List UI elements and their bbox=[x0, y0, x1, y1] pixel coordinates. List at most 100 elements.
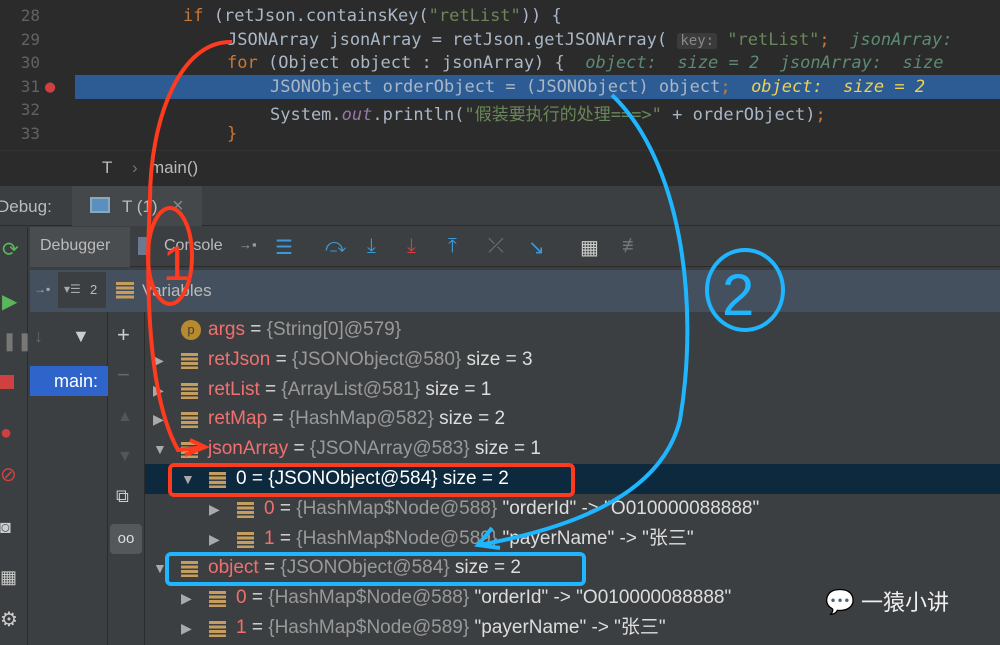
variable-row[interactable]: ▼ object = {JSONObject@584} size = 2 bbox=[145, 553, 1000, 583]
code-token: + orderObject) bbox=[661, 105, 816, 125]
move-up-icon[interactable]: ▲ bbox=[117, 408, 133, 426]
line-number: 32 bbox=[20, 100, 40, 119]
arrow-down-icon[interactable]: ↓ bbox=[34, 326, 43, 347]
list-icon: ▾☰ bbox=[64, 282, 81, 296]
variable-row[interactable]: ▼ 0 = {JSONObject@584} size = 2 bbox=[145, 464, 1000, 494]
object-icon bbox=[237, 531, 254, 548]
collapse-icon[interactable]: ▼ bbox=[153, 553, 167, 583]
object-icon bbox=[209, 621, 226, 637]
variable-value: "payerName" -> "张三" bbox=[497, 527, 694, 549]
copy-icon[interactable]: ⧉ bbox=[116, 486, 129, 507]
camera-icon[interactable]: ◙ bbox=[0, 517, 11, 538]
gear-icon[interactable]: ⚙ bbox=[0, 607, 18, 632]
close-icon[interactable]: × bbox=[172, 195, 184, 218]
variables-header: →▪ ▾☰ 2 Variables bbox=[30, 270, 1000, 312]
code-line: JSONArray jsonArray = retJson.getJSONArr… bbox=[227, 30, 953, 50]
parameter-icon: p bbox=[181, 320, 201, 340]
variable-row[interactable]: ▶ 0 = {HashMap$Node@588} "orderId" -> "O0… bbox=[145, 494, 1000, 524]
variable-name: jsonArray bbox=[208, 438, 289, 460]
line-number: 29 bbox=[20, 29, 40, 49]
expand-icon[interactable]: ▶ bbox=[181, 583, 192, 613]
variable-row[interactable]: p args = {String[0]@579} bbox=[145, 315, 1000, 345]
tab-console[interactable]: Console →▪ bbox=[134, 227, 264, 267]
variable-value: size = 1 bbox=[469, 438, 541, 460]
trace-icon[interactable]: ≢ bbox=[622, 235, 642, 258]
variables-icon bbox=[116, 282, 134, 299]
tab-debugger[interactable]: Debugger bbox=[30, 227, 130, 267]
show-watches-toggle[interactable]: oo bbox=[110, 524, 142, 554]
frame-count: 2 bbox=[90, 282, 98, 297]
line-number: 31 bbox=[20, 76, 40, 96]
frames-dropdown[interactable]: ▾☰ 2 bbox=[58, 272, 106, 308]
variable-name: retList bbox=[208, 378, 260, 400]
watermark: 💬 一猿小讲 bbox=[825, 585, 949, 617]
variable-row[interactable]: ▶ retJson = {JSONObject@580} size = 3 bbox=[145, 345, 1000, 375]
code-token: "retList" bbox=[717, 29, 820, 50]
code-token: )) bbox=[520, 6, 542, 26]
expand-icon[interactable]: ▶ bbox=[153, 375, 164, 405]
collapse-icon[interactable]: ▼ bbox=[153, 434, 167, 464]
restore-layout-icon[interactable]: →▪ bbox=[239, 237, 257, 252]
tab-label: T (1) bbox=[122, 197, 158, 216]
object-icon bbox=[181, 442, 198, 459]
code-token: JSONArray jsonArray = retJson.getJSONArr… bbox=[227, 29, 678, 50]
expand-icon[interactable]: ▶ bbox=[153, 345, 164, 375]
equals-sign: = bbox=[259, 378, 282, 400]
code-token: ; bbox=[815, 105, 826, 125]
breakpoint-icon[interactable]: ● bbox=[45, 77, 55, 97]
resume-icon[interactable]: ▶ bbox=[2, 289, 17, 314]
variable-row[interactable]: ▶ retList = {ArrayList@581} size = 1 bbox=[145, 375, 1000, 405]
variable-row[interactable]: ▶ 1 = {HashMap$Node@589} "payerName" -> "… bbox=[145, 613, 1000, 643]
code-token: for bbox=[227, 53, 268, 73]
rerun-icon[interactable]: ⟳ bbox=[2, 237, 19, 262]
breadcrumb-class[interactable]: T bbox=[102, 158, 112, 178]
show-execution-point-icon[interactable]: ☰ bbox=[275, 235, 293, 260]
expand-icon[interactable]: ▶ bbox=[181, 613, 192, 643]
variable-row[interactable]: ▶ 1 = {HashMap$Node@589} "payerName" -> "… bbox=[145, 524, 1000, 554]
code-token: key: bbox=[677, 32, 718, 49]
add-watch-icon[interactable]: + bbox=[117, 322, 130, 348]
debug-tab-bar: Debug: T (1) × bbox=[0, 186, 1000, 226]
step-into-icon[interactable]: ⤓ bbox=[367, 235, 376, 258]
pause-icon[interactable]: ❚❚ bbox=[2, 331, 32, 352]
code-editor[interactable]: 28 if (retJson.containsKey("retList")) {2… bbox=[0, 0, 1000, 150]
object-icon bbox=[209, 591, 226, 608]
stop-icon[interactable] bbox=[0, 375, 14, 389]
tab-debugger-label: Debugger bbox=[40, 237, 111, 254]
tab-t1[interactable]: T (1) × bbox=[72, 186, 202, 226]
layout-icon[interactable]: ▦ bbox=[0, 567, 17, 588]
variable-row[interactable]: ▶ retMap = {HashMap@582} size = 2 bbox=[145, 404, 1000, 434]
mute-breakpoints-icon[interactable]: ⊘ bbox=[0, 462, 17, 487]
collapse-icon[interactable]: ▼ bbox=[181, 464, 195, 494]
console-icon bbox=[138, 237, 148, 255]
drop-frame-icon[interactable]: ⤫ bbox=[488, 235, 504, 258]
variable-value: size = 2 bbox=[449, 557, 521, 579]
variable-type: {HashMap$Node@588} bbox=[296, 497, 498, 519]
code-token: object: size = 2 jsonArray: size bbox=[564, 53, 944, 73]
move-down-icon[interactable]: ▼ bbox=[117, 448, 133, 466]
run-to-cursor-icon[interactable]: ↘ bbox=[528, 235, 545, 260]
filter-icon[interactable]: ▼ bbox=[72, 326, 90, 347]
variable-name: retJson bbox=[208, 348, 271, 370]
view-breakpoints-icon[interactable]: ● bbox=[0, 422, 12, 445]
frame-main[interactable]: main: bbox=[30, 366, 108, 396]
equals-sign: = bbox=[288, 438, 310, 460]
step-over-icon[interactable]: ⤼ bbox=[325, 235, 346, 258]
expand-icon[interactable]: ▶ bbox=[209, 524, 220, 554]
code-token: "retList" bbox=[428, 6, 521, 26]
expand-icon[interactable]: ▶ bbox=[153, 404, 164, 434]
equals-sign: = bbox=[244, 319, 267, 340]
restore-icon[interactable]: →▪ bbox=[34, 282, 50, 296]
breadcrumb-method[interactable]: main() bbox=[150, 158, 198, 178]
variable-name: object bbox=[208, 557, 259, 579]
expand-icon[interactable]: ▶ bbox=[209, 494, 220, 524]
variable-row[interactable]: ▼ jsonArray = {JSONArray@583} size = 1 bbox=[145, 434, 1000, 464]
force-step-into-icon[interactable]: ⤓ bbox=[407, 235, 416, 258]
debug-toolbar: Debugger Console →▪ ☰ ⤼ ⤓ ⤓ ⤒ ⤫ ↘ ▦ ≢ bbox=[30, 227, 1000, 267]
remove-watch-icon[interactable]: − bbox=[117, 362, 130, 388]
evaluate-expression-icon[interactable]: ▦ bbox=[580, 235, 599, 260]
variable-name: 0 bbox=[236, 468, 247, 489]
code-token: .println( bbox=[372, 105, 465, 125]
variable-value: size = 3 bbox=[461, 348, 533, 370]
step-out-icon[interactable]: ⤒ bbox=[448, 235, 457, 258]
